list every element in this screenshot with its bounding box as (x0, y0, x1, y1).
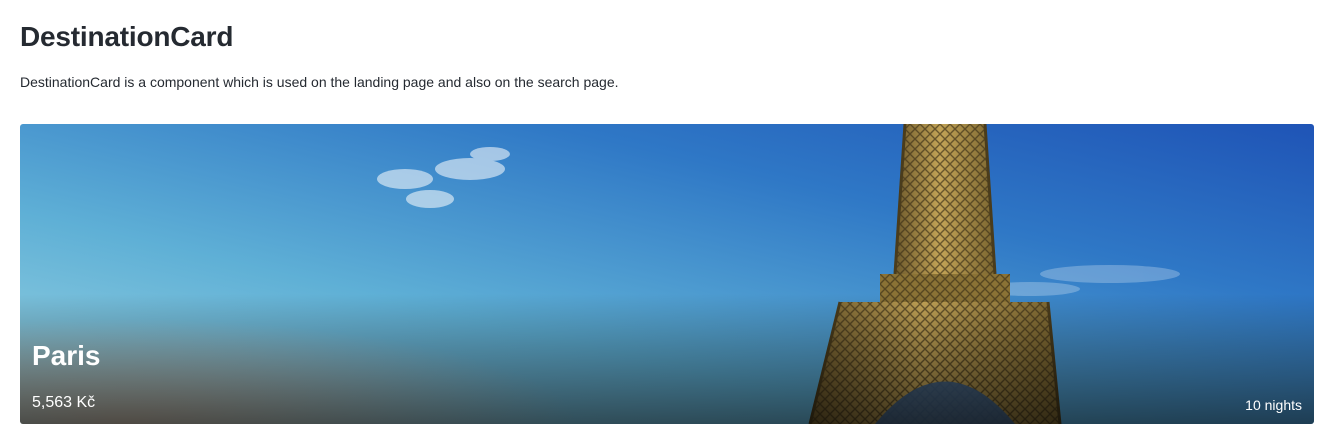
card-gradient-overlay (20, 294, 1314, 424)
destination-card[interactable]: Paris 5,563 Kč 10 nights (20, 124, 1314, 424)
page-title: DestinationCard (20, 21, 234, 52)
card-city-name: Paris (32, 340, 101, 371)
page-description: DestinationCard is a component which is … (20, 74, 619, 90)
card-nights: 10 nights (1245, 397, 1302, 413)
page: DestinationCard DestinationCard is a com… (0, 0, 1334, 444)
card-price: 5,563 Kč (32, 394, 96, 411)
